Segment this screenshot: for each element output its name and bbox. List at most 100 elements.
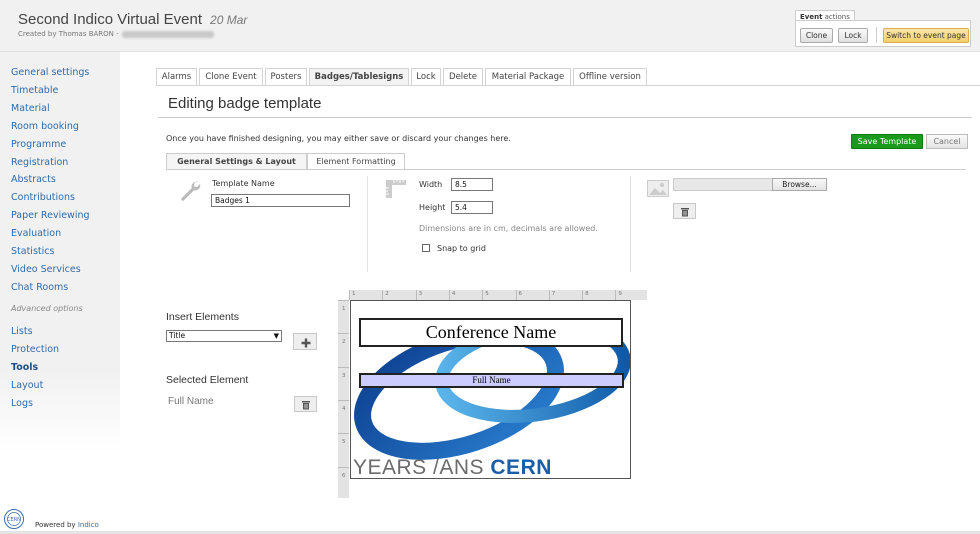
badge-item-full-name[interactable]: Full Name (359, 373, 624, 388)
badge-item-conference-name[interactable]: Conference Name (359, 318, 623, 347)
sidebar-item[interactable]: Programme (11, 139, 66, 150)
tab-clone-event[interactable]: Clone Event (199, 68, 263, 86)
remove-background-button[interactable] (673, 203, 696, 219)
trash-icon (302, 401, 310, 410)
sidebar-item[interactable]: Layout (11, 380, 43, 391)
snap-to-grid-label: Snap to grid (437, 244, 486, 253)
ruler-tick (338, 433, 349, 435)
sidebar-item[interactable]: Paper Reviewing (11, 210, 90, 221)
save-template-button[interactable]: Save Template (851, 134, 923, 149)
background-file-input[interactable] (673, 178, 773, 191)
badge-canvas[interactable]: Conference Name Full Name YEARS /ANS CER… (350, 300, 631, 479)
badge-background-text: YEARS /ANS CERN (353, 456, 552, 479)
sidebar-item[interactable]: Protection (11, 344, 59, 355)
switch-to-event-page-button[interactable]: Switch to event page (883, 28, 969, 43)
tab-badges-tablesigns[interactable]: Badges/Tablesigns (309, 68, 409, 86)
sidebar-item[interactable]: Tools (11, 362, 38, 373)
sidebar-item[interactable]: Evaluation (11, 228, 61, 239)
ruler-label: 2 (385, 291, 389, 297)
ruler-label: 4 (451, 291, 456, 297)
snap-to-grid-checkbox[interactable] (422, 244, 430, 252)
ruler-tick (415, 290, 417, 300)
sidebar-item[interactable]: Abstracts (11, 174, 56, 185)
image-icon (647, 180, 669, 197)
heading-divider (158, 117, 972, 118)
width-label: Width (419, 180, 443, 189)
sidebar-item[interactable]: General settings (11, 67, 89, 78)
selected-element-title: Selected Element (166, 374, 249, 386)
svg-text:CERN: CERN (7, 517, 21, 523)
ruler-tick (582, 290, 584, 300)
sidebar-item[interactable]: Timetable (11, 85, 58, 96)
ruler-tick (482, 290, 484, 300)
ruler-label: 1 (352, 291, 356, 297)
sidebar-item[interactable]: Room booking (11, 121, 79, 132)
advanced-options-label: Advanced options (11, 304, 83, 313)
created-by-text: Created by Thomas BARON - (18, 30, 119, 38)
delete-element-button[interactable] (294, 396, 317, 412)
tab-element-formatting[interactable]: Element Formatting (307, 153, 405, 170)
sidebar-item[interactable]: Video Services (11, 264, 81, 275)
info-text: Once you have finished designing, you ma… (166, 134, 511, 143)
plus-icon (301, 338, 311, 348)
lock-button[interactable]: Lock (838, 28, 868, 43)
column-divider-1 (367, 176, 368, 272)
browse-button[interactable]: Browse... (772, 178, 827, 191)
element-type-value: Title (169, 331, 186, 340)
height-label: Height (419, 203, 446, 212)
event-title-text[interactable]: Second Indico Virtual Event (18, 11, 202, 28)
ruler-label: 6 (342, 472, 346, 479)
ruler-label: 1 (342, 306, 346, 312)
ruler-tick (338, 366, 349, 368)
sidebar-item[interactable]: Logs (11, 398, 33, 409)
element-type-select[interactable]: Title ▼ (166, 330, 282, 342)
ruler-label: 7 (551, 291, 556, 297)
sidebar-item[interactable]: Registration (11, 157, 68, 168)
sidebar-item[interactable]: Material (11, 103, 50, 114)
ruler-label: 5 (342, 439, 346, 446)
insert-element-button[interactable] (293, 333, 317, 350)
tab-general-settings-layout[interactable]: General Settings & Layout (166, 153, 307, 170)
insert-elements-title: Insert Elements (166, 311, 239, 323)
indico-link[interactable]: Indico (78, 521, 99, 529)
height-input[interactable]: 5.4 (451, 201, 493, 214)
cancel-button[interactable]: Cancel (926, 134, 968, 149)
width-input[interactable]: 8.5 (451, 178, 493, 191)
subtabs-divider (166, 169, 966, 170)
column-divider-2 (630, 176, 631, 272)
tab-alarms[interactable]: Alarms (156, 68, 197, 86)
cern-brand-text: CERN (490, 456, 552, 479)
tab-delete[interactable]: Delete (443, 68, 483, 86)
page-title: Editing badge template (168, 95, 322, 112)
sidebar-item[interactable]: Chat Rooms (11, 282, 68, 293)
ruler-label: 8 (585, 291, 589, 297)
tab-material-package[interactable]: Material Package (485, 68, 571, 86)
ruler-tick (448, 290, 450, 300)
actions-divider (876, 27, 877, 43)
sidebar-item[interactable]: Contributions (11, 192, 75, 203)
event-date: 20 Mar (210, 13, 248, 27)
chevron-down-icon: ▼ (273, 332, 279, 340)
ruler-label: 3 (418, 291, 423, 297)
ruler-label: 9 (618, 291, 622, 297)
template-name-input[interactable]: Badges 1 (211, 194, 350, 207)
tab-offline-version[interactable]: Offline version (573, 68, 647, 86)
tab-posters[interactable]: Posters (265, 68, 307, 86)
sidebar-item[interactable]: Statistics (11, 246, 54, 257)
ruler-tick (338, 399, 349, 401)
tab-lock[interactable]: Lock (411, 68, 441, 86)
ruler-tick (338, 333, 349, 335)
redacted-email (121, 30, 214, 38)
ruler-label: 3 (342, 372, 346, 379)
ruler-tick (382, 290, 384, 300)
sidebar-item[interactable]: Lists (11, 326, 33, 337)
selected-element-value: Full Name (168, 396, 214, 407)
ruler-tick (615, 290, 617, 300)
clone-button[interactable]: Clone (800, 28, 833, 43)
powered-by: Powered by Indico (35, 521, 99, 529)
event-title[interactable]: Second Indico Virtual Event 20 Mar (18, 11, 247, 28)
dimensions-hint: Dimensions are in cm, decimals are allow… (419, 224, 598, 233)
ruler-tick (338, 466, 349, 468)
template-name-label: Template Name (212, 179, 275, 188)
ruler-label: 2 (342, 339, 346, 346)
